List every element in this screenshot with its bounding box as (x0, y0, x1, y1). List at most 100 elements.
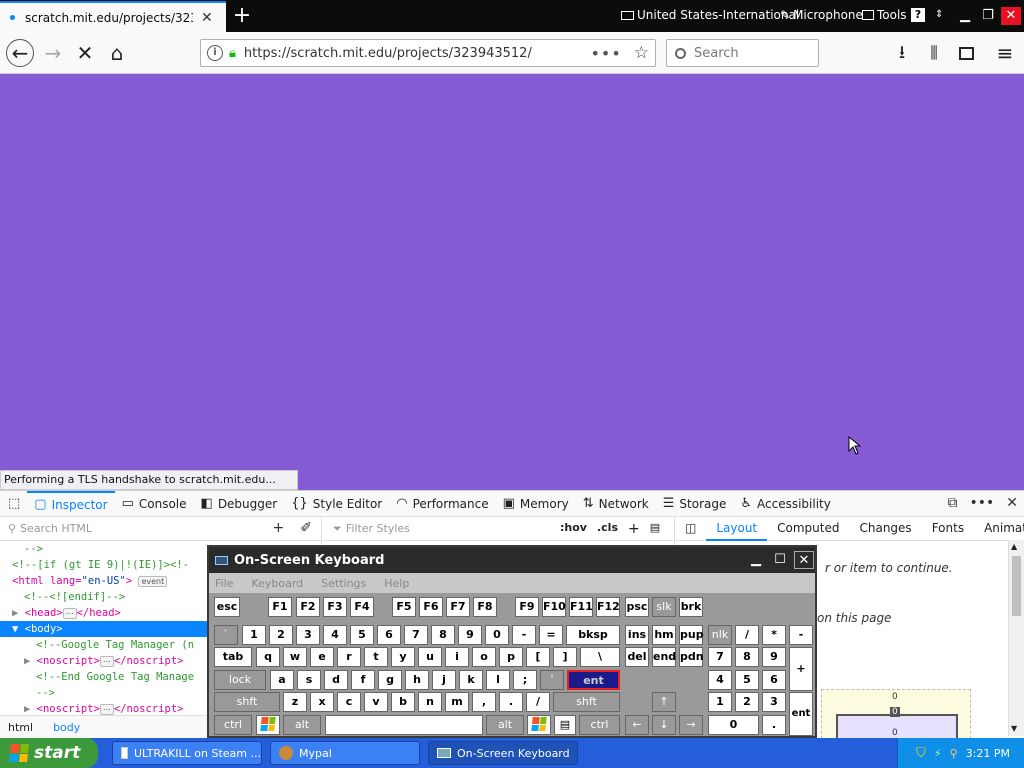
key-f2[interactable]: F2 (296, 597, 320, 617)
dock-side-icon[interactable]: ⧉ (947, 495, 957, 511)
key-num-0[interactable]: 0 (708, 715, 759, 735)
osk-menu-file[interactable]: File (215, 577, 233, 590)
key-d[interactable]: d (324, 670, 348, 690)
key-num-divide[interactable]: / (735, 625, 759, 645)
key-psc[interactable]: psc (625, 597, 649, 617)
tab-performance[interactable]: ◠ Performance (389, 491, 495, 517)
key-a[interactable]: a (270, 670, 294, 690)
key-num-minus[interactable]: - (789, 625, 813, 645)
key-pgup[interactable]: pup (679, 625, 704, 645)
toggle-sidebar-icon[interactable]: ◫ (675, 517, 706, 541)
language-bar-options-icon[interactable]: ⇕ (935, 5, 943, 25)
security-shield-icon[interactable]: ⛉ (916, 746, 926, 761)
key-menu[interactable]: ▤ (554, 715, 576, 735)
osk-menu-keyboard[interactable]: Keyboard (251, 577, 303, 590)
key-w[interactable]: w (283, 647, 307, 667)
url-bar[interactable]: i 🔒︎ https://scratch.mit.edu/projects/32… (200, 39, 656, 67)
key-num-multiply[interactable]: * (762, 625, 786, 645)
devtools-close-icon[interactable]: ✕ (1006, 495, 1018, 511)
microphone-indicator[interactable]: ✎ Microphone (780, 5, 863, 25)
key-f9[interactable]: F9 (515, 597, 539, 617)
key-minus[interactable]: - (512, 625, 536, 645)
key-f3[interactable]: F3 (323, 597, 347, 617)
key-left-bracket[interactable]: [ (526, 647, 550, 667)
key-backslash[interactable]: \ (580, 647, 620, 667)
tab-debugger[interactable]: ◧ Debugger (194, 491, 285, 517)
key-s[interactable]: s (297, 670, 321, 690)
key-7[interactable]: 7 (404, 625, 428, 645)
breadcrumb-item-body[interactable]: body (53, 721, 80, 734)
key-c[interactable]: c (337, 692, 361, 712)
key-num-2[interactable]: 2 (735, 692, 759, 712)
key-alt-right[interactable]: alt (486, 715, 524, 735)
tab-storage[interactable]: ☰ Storage (656, 491, 734, 517)
collapse-arrow-icon[interactable]: ▼ (12, 623, 18, 635)
key-8[interactable]: 8 (431, 625, 455, 645)
tab-memory[interactable]: ▣ Memory (496, 491, 576, 517)
key-u[interactable]: u (418, 647, 442, 667)
collapsed-content-icon[interactable]: ⋯ (99, 703, 114, 715)
language-indicator[interactable]: United States-International (621, 5, 799, 25)
key-end[interactable]: end (652, 647, 676, 667)
key-z[interactable]: z (283, 692, 307, 712)
home-button[interactable]: ⌂ (104, 40, 130, 66)
key-6[interactable]: 6 (377, 625, 401, 645)
box-model-value[interactable]: 0 (892, 692, 898, 702)
collapsed-content-icon[interactable]: ⋯ (99, 655, 114, 667)
key-v[interactable]: v (364, 692, 388, 712)
event-badge[interactable]: event (138, 575, 168, 587)
restore-window-button[interactable]: ❐ (978, 7, 998, 25)
devtools-options-icon[interactable]: ••• (969, 495, 994, 511)
key-shift-right[interactable]: shft (553, 692, 620, 712)
osk-maximize-button[interactable]: ☐ (770, 551, 790, 569)
key-num-decimal[interactable]: . (762, 715, 786, 735)
browser-tab[interactable]: scratch.mit.edu/projects/32394351 ✕ (0, 1, 226, 32)
key-semicolon[interactable]: ; (513, 670, 537, 690)
key-arrow-up[interactable]: ↑ (652, 692, 676, 712)
add-rule-icon[interactable]: + (628, 521, 640, 537)
cls-toggle[interactable]: .cls (597, 521, 618, 537)
key-num-9[interactable]: 9 (762, 647, 786, 667)
key-alt-left[interactable]: alt (283, 715, 321, 735)
clock[interactable]: 3:21 PM (966, 747, 1010, 760)
key-brk[interactable]: brk (679, 597, 703, 617)
box-model-value[interactable]: 0 (890, 707, 900, 717)
key-b[interactable]: b (391, 692, 415, 712)
tab-inspector[interactable]: ▢ Inspector (27, 490, 115, 517)
key-k[interactable]: k (459, 670, 483, 690)
osk-menu-settings[interactable]: Settings (321, 577, 366, 590)
help-icon[interactable]: ? (911, 5, 925, 25)
key-backtick[interactable]: ` (214, 625, 238, 645)
tab-computed[interactable]: Computed (767, 517, 849, 541)
key-2[interactable]: 2 (269, 625, 293, 645)
hov-toggle[interactable]: :hov (560, 521, 587, 537)
key-arrow-left[interactable]: ← (625, 715, 649, 735)
collapsed-content-icon[interactable]: ⋯ (62, 607, 77, 619)
key-period[interactable]: . (499, 692, 523, 712)
search-html-input[interactable]: ⚲ Search HTML + ✐ (0, 517, 322, 541)
menu-button[interactable]: ≡ (992, 40, 1018, 66)
key-f10[interactable]: F10 (542, 597, 566, 617)
scrollbar-thumb[interactable] (1012, 556, 1021, 616)
key-right-bracket[interactable]: ] (553, 647, 577, 667)
key-windows-left[interactable] (256, 715, 280, 735)
key-h[interactable]: h (405, 670, 429, 690)
key-num-enter[interactable]: ent (789, 692, 813, 736)
taskbar-item-on-screen-keyboard[interactable]: On-Screen Keyboard (428, 741, 578, 765)
add-node-icon[interactable]: + (273, 520, 285, 536)
minimize-window-button[interactable]: ▁ (955, 7, 975, 25)
print-simulation-icon[interactable]: ▤ (650, 521, 660, 537)
taskbar-item-ultrakill[interactable]: ULTRAKILL on Steam ... (112, 741, 262, 765)
bookmark-star-icon[interactable]: ☆ (634, 43, 649, 63)
key-f7[interactable]: F7 (446, 597, 470, 617)
page-actions-icon[interactable]: ••• (590, 44, 621, 63)
key-ins[interactable]: ins (625, 625, 649, 645)
key-quote[interactable]: ' (540, 670, 564, 690)
key-arrow-right[interactable]: → (679, 715, 703, 735)
key-f5[interactable]: F5 (392, 597, 416, 617)
tab-animations[interactable]: Animat ▾ (974, 517, 1024, 541)
network-icon[interactable]: ⚡︎ (934, 747, 942, 760)
key-esc[interactable]: esc (214, 597, 240, 617)
key-5[interactable]: 5 (350, 625, 374, 645)
key-f[interactable]: f (351, 670, 375, 690)
